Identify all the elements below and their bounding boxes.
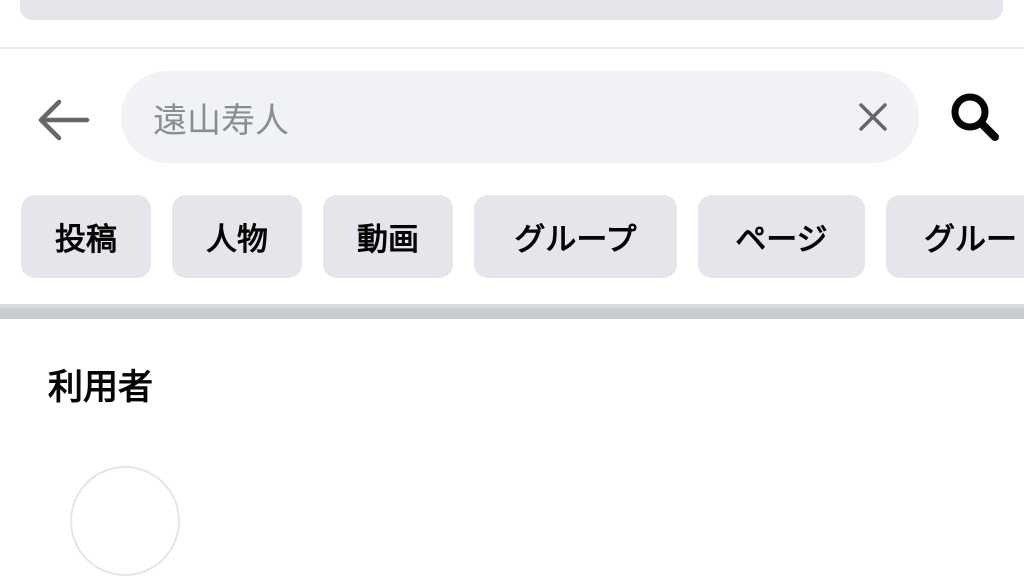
filter-chip-pages[interactable]: ページ (698, 195, 865, 278)
search-input[interactable] (153, 71, 833, 163)
filter-chip-people[interactable]: 人物 (172, 195, 302, 278)
close-icon (859, 103, 887, 131)
clear-search-button[interactable] (855, 99, 891, 135)
header-divider (0, 47, 1024, 49)
filter-chip-more[interactable]: グルー (886, 195, 1024, 278)
previous-search-field-remnant (20, 0, 1003, 20)
search-filter-chips: 投稿 人物 動画 グループ ページ グルー (0, 195, 1024, 279)
filter-chip-videos[interactable]: 動画 (323, 195, 453, 278)
filter-chip-groups[interactable]: グループ (474, 195, 677, 278)
section-title-users: 利用者 (48, 368, 154, 408)
arrow-left-icon (38, 99, 90, 141)
search-button[interactable] (944, 88, 1006, 146)
search-icon (951, 93, 999, 141)
filter-chip-posts[interactable]: 投稿 (21, 195, 151, 278)
search-field[interactable] (121, 71, 919, 163)
back-button[interactable] (32, 92, 94, 148)
section-separator-highlight (0, 304, 1024, 308)
avatar[interactable] (70, 466, 180, 576)
